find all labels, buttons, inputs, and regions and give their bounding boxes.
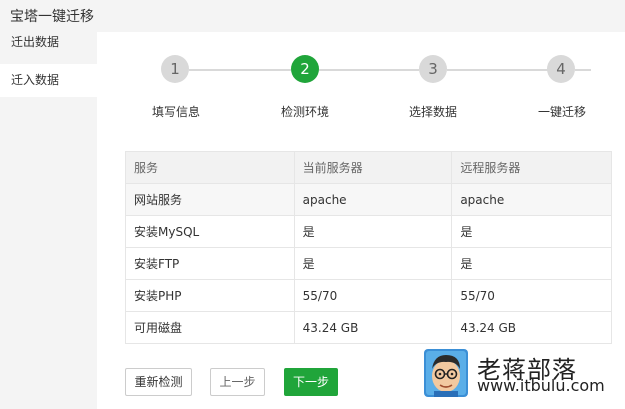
table-row: 可用磁盘 43.24 GB 43.24 GB xyxy=(125,311,612,344)
table-row: 安装FTP 是 是 xyxy=(125,247,612,280)
app-title: 宝塔一键迁移 xyxy=(10,9,94,25)
table-cell: 43.24 GB xyxy=(451,311,612,344)
table-row: 安装MySQL 是 是 xyxy=(125,215,612,248)
table-cell: apache xyxy=(293,183,453,216)
sidebar-item-export[interactable]: 迁出数据 xyxy=(0,26,97,59)
table-header-row: 服务 当前服务器 远程服务器 xyxy=(125,151,612,184)
column-header-current-server: 当前服务器 xyxy=(293,151,453,184)
step-1-label: 填写信息 xyxy=(151,105,201,119)
table-cell: 55/70 xyxy=(293,279,453,312)
table-cell: 是 xyxy=(293,247,453,280)
step-1-circle: 1 xyxy=(161,55,189,83)
step-connector xyxy=(447,69,550,71)
step-connector xyxy=(189,69,291,71)
step-indicator: 1 2 3 4 填写信息 检测环境 选择数据 一键迁移 xyxy=(97,55,625,125)
step-2-circle: 2 xyxy=(291,55,319,83)
environment-table: 服务 当前服务器 远程服务器 网站服务 apache apache 安装MySQ… xyxy=(125,151,612,344)
table-cell: 是 xyxy=(451,247,612,280)
column-header-remote-server: 远程服务器 xyxy=(451,151,612,184)
table-cell: 是 xyxy=(293,215,453,248)
table-cell: 安装PHP xyxy=(125,279,295,312)
table-row: 安装PHP 55/70 55/70 xyxy=(125,279,612,312)
recheck-button[interactable]: 重新检测 xyxy=(125,368,192,396)
next-step-button[interactable]: 下一步 xyxy=(284,368,338,396)
sidebar: 迁出数据 迁入数据 xyxy=(0,32,97,409)
step-2-label: 检测环境 xyxy=(280,105,330,119)
table-cell: 43.24 GB xyxy=(293,311,453,344)
table-cell: 是 xyxy=(451,215,612,248)
watermark: 老蒋部落 www.itbulu.com xyxy=(424,348,625,406)
table-cell: 安装FTP xyxy=(125,247,295,280)
watermark-url: www.itbulu.com xyxy=(477,376,605,395)
table-cell: apache xyxy=(451,183,612,216)
previous-step-button[interactable]: 上一步 xyxy=(210,368,265,396)
table-row: 网站服务 apache apache xyxy=(125,183,612,216)
sidebar-item-import[interactable]: 迁入数据 xyxy=(0,64,97,97)
step-3-label: 选择数据 xyxy=(408,105,458,119)
table-cell: 可用磁盘 xyxy=(125,311,295,344)
table-cell: 55/70 xyxy=(451,279,612,312)
column-header-service: 服务 xyxy=(125,151,295,184)
step-3-circle: 3 xyxy=(419,55,447,83)
step-4-circle: 4 xyxy=(547,55,575,83)
step-connector xyxy=(575,69,591,71)
step-connector xyxy=(319,69,419,71)
table-cell: 安装MySQL xyxy=(125,215,295,248)
table-cell: 网站服务 xyxy=(125,183,295,216)
step-4-label: 一键迁移 xyxy=(537,105,587,119)
avatar-logo-icon xyxy=(424,349,468,397)
